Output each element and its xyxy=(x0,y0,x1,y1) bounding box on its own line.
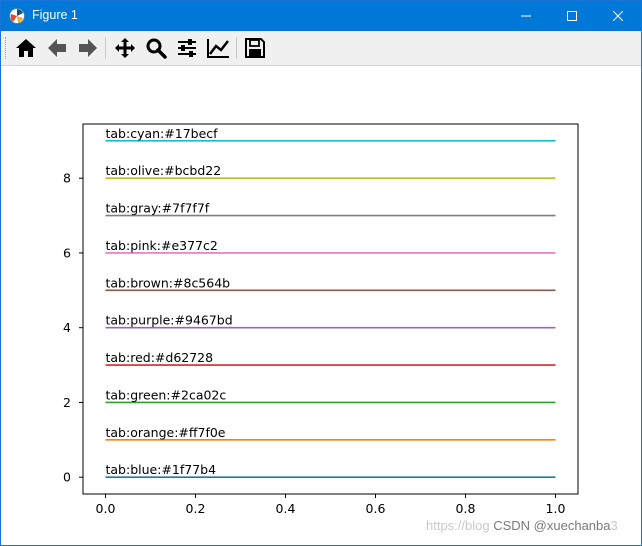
back-button[interactable] xyxy=(44,36,70,60)
home-icon xyxy=(16,39,36,57)
maximize-button[interactable] xyxy=(549,1,595,31)
series-text-label: tab:pink:#e377c2 xyxy=(106,238,218,253)
configure-subplots-icon xyxy=(178,39,196,57)
back-arrow-icon xyxy=(48,39,66,57)
x-tick-label: 0.0 xyxy=(96,501,116,516)
close-button[interactable] xyxy=(595,1,641,31)
toolbar-separator xyxy=(236,37,237,59)
title-bar[interactable]: Figure 1 xyxy=(1,1,641,31)
save-icon xyxy=(245,38,265,58)
navigation-toolbar xyxy=(1,31,641,66)
save-button[interactable] xyxy=(242,36,268,60)
chart-canvas[interactable]: 0.0 0.2 0.4 0.6 0.8 1.0 0 2 4 6 8 tab:blue:#1f77b4 t… xyxy=(1,66,641,544)
y-tick-label: 8 xyxy=(63,171,71,186)
home-button[interactable] xyxy=(13,36,39,60)
x-tick-label: 1.0 xyxy=(546,501,566,516)
y-tick-label: 2 xyxy=(63,395,71,410)
configure-subplots-button[interactable] xyxy=(174,36,200,60)
matplotlib-logo-icon xyxy=(9,8,25,24)
edit-axis-button[interactable] xyxy=(205,36,231,60)
series-text-label: tab:orange:#ff7f0e xyxy=(106,425,226,440)
toolbar-grip[interactable] xyxy=(5,37,9,59)
minimize-button[interactable] xyxy=(503,1,549,31)
watermark-suffix: 3 xyxy=(610,518,618,533)
forward-button[interactable] xyxy=(75,36,101,60)
figure-window: Figure 1 0.0 0.2 0.4 0.6 0.8 1.0 0 2 4 6… xyxy=(0,0,642,546)
watermark-site: CSDN @xuechanba xyxy=(493,518,611,533)
x-tick-label: 0.6 xyxy=(366,501,386,516)
watermark: https://blog CSDN @xuechanba3 xyxy=(426,518,618,533)
zoom-icon xyxy=(146,38,167,59)
pan-button[interactable] xyxy=(112,36,138,60)
close-icon xyxy=(613,11,623,21)
toolbar-separator xyxy=(105,37,106,59)
x-tick-label: 0.8 xyxy=(456,501,476,516)
minimize-icon xyxy=(521,15,531,17)
series-text-label: tab:cyan:#17becf xyxy=(106,126,219,141)
maximize-icon xyxy=(567,11,577,21)
series-text-label: tab:red:#d62728 xyxy=(106,350,214,365)
y-tick-label: 4 xyxy=(63,320,71,335)
watermark-prefix: https://blog xyxy=(426,518,490,533)
series-text-label: tab:blue:#1f77b4 xyxy=(106,462,217,477)
y-tick-label: 6 xyxy=(63,245,71,260)
forward-arrow-icon xyxy=(79,39,97,57)
window-title: Figure 1 xyxy=(32,8,78,22)
series-text-label: tab:purple:#9467bd xyxy=(106,313,233,328)
y-tick-label: 0 xyxy=(63,470,71,485)
series-text-label: tab:olive:#bcbd22 xyxy=(106,163,222,178)
x-tick-label: 0.4 xyxy=(276,501,296,516)
series-text-label: tab:green:#2ca02c xyxy=(106,387,227,402)
series-text-label: tab:brown:#8c564b xyxy=(106,275,231,290)
pan-icon xyxy=(115,38,135,58)
x-tick-label: 0.2 xyxy=(186,501,206,516)
zoom-button[interactable] xyxy=(143,36,169,60)
series-text-label: tab:gray:#7f7f7f xyxy=(106,201,210,216)
edit-axis-icon xyxy=(207,39,229,58)
